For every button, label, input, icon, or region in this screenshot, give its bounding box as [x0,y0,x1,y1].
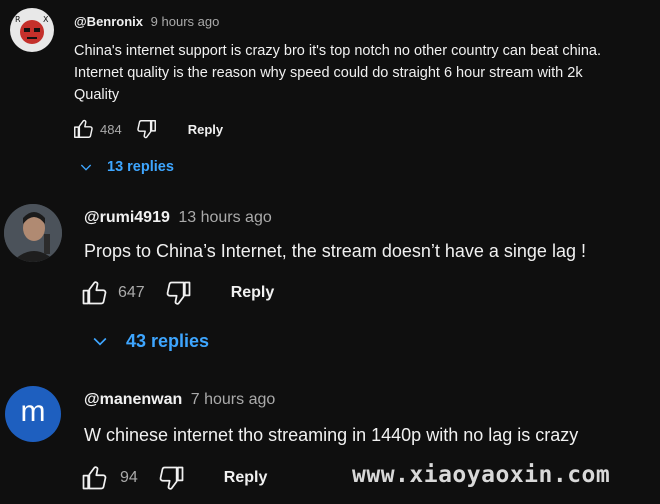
comment-text: W chinese internet tho streaming in 1440… [84,422,578,448]
like-icon[interactable] [80,464,108,492]
timestamp[interactable]: 13 hours ago [178,209,271,226]
comment-line: Quality [74,87,120,103]
svg-text:R: R [15,15,21,24]
comment-line: Internet quality is the reason why speed… [74,65,583,81]
avatar[interactable]: R X [10,8,54,52]
avatar[interactable] [4,204,62,262]
like-count: 94 [120,469,138,486]
like-icon[interactable] [72,118,94,140]
author-handle[interactable]: @Benronix [74,14,143,29]
like-count: 484 [100,121,122,137]
dislike-icon[interactable] [165,279,193,307]
avatar[interactable]: m [5,386,61,442]
comment-rumi4919: @rumi4919 13 hours ago Props to China’s … [0,190,660,370]
like-count: 647 [118,284,145,301]
dislike-icon[interactable] [136,118,158,140]
comment-actions: 484 Reply [72,117,223,141]
comment-header: @rumi4919 13 hours ago [84,209,272,227]
comment-actions: 94 Reply [80,463,267,493]
avatar-letter: m [20,395,46,428]
timestamp[interactable]: 7 hours ago [191,391,276,408]
comment-text: Props to China’s Internet, the stream do… [84,238,586,264]
comment-line: W chinese internet tho streaming in 1440… [84,425,579,445]
comment-benronix: R X @Benronix 9 hours ago China's intern… [0,0,660,190]
reply-button[interactable]: Reply [231,284,275,302]
chevron-down-icon [80,164,92,171]
replies-label: 13 replies [107,159,174,175]
svg-text:X: X [43,15,49,24]
comment-line: Props to China’s Internet, the stream do… [84,241,586,261]
author-handle[interactable]: @rumi4919 [84,209,170,226]
view-replies-button[interactable]: 13 replies [78,156,174,178]
avatar-cartoon-face-icon: R X [15,15,49,44]
author-handle[interactable]: @manenwan [84,391,182,408]
comment-actions: 647 Reply [80,278,274,308]
timestamp[interactable]: 9 hours ago [151,14,220,29]
dislike-icon[interactable] [158,464,186,492]
view-replies-button[interactable]: 43 replies [90,329,209,353]
comment-text: China's internet support is crazy bro it… [74,40,601,106]
reply-button[interactable]: Reply [224,469,268,487]
replies-label: 43 replies [126,330,210,351]
like-icon[interactable] [80,279,108,307]
watermark: www.xiaoyaoxin.com [352,462,611,488]
chevron-down-icon [93,337,107,346]
comment-header: @manenwan 7 hours ago [84,391,275,409]
reply-button[interactable]: Reply [188,122,223,137]
comment-header: @Benronix 9 hours ago [74,14,219,29]
comment-line: China's internet support is crazy bro it… [74,43,602,59]
avatar-photo-icon [4,204,62,262]
